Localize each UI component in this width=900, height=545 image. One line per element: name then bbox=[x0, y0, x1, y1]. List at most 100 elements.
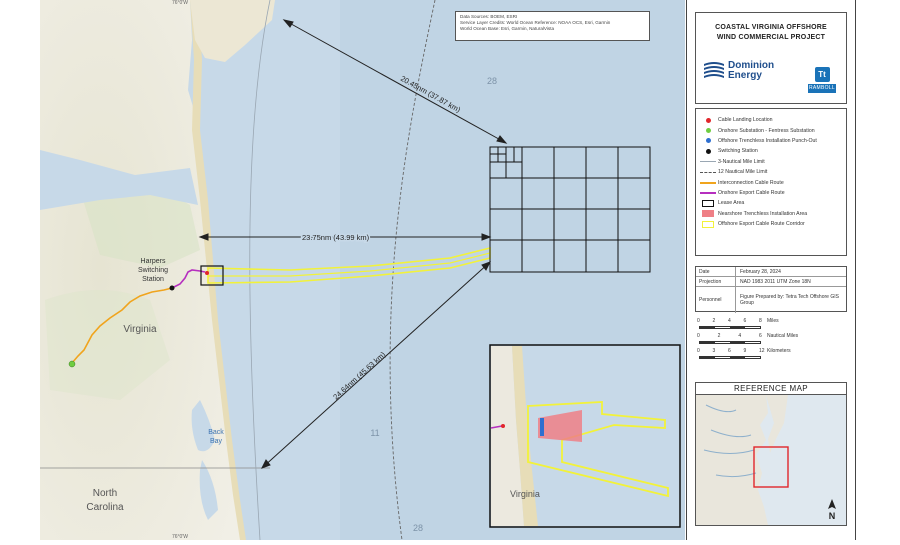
meta-key: Projection bbox=[696, 277, 736, 286]
north-carolina-label-line1: North bbox=[93, 488, 117, 499]
legend-symbol bbox=[698, 168, 718, 176]
data-source-line: World Ocean Base: Esri, Garmin, NaturalV… bbox=[460, 26, 555, 31]
legend-symbol bbox=[698, 179, 718, 187]
harpers-label-line3: Station bbox=[142, 276, 164, 283]
depth-label-11: 11 bbox=[370, 428, 379, 438]
legend-label: 3-Nautical Mile Limit bbox=[718, 158, 765, 165]
distance-label-middle: 23.75nm (43.99 km) bbox=[302, 233, 370, 242]
scale-tick-label: 0 bbox=[697, 318, 700, 324]
map-side-panel: COASTAL VIRGINIA OFFSHORE WIND COMMERCIA… bbox=[686, 0, 856, 540]
scale-tick-label: 9 bbox=[743, 348, 747, 354]
map-canvas[interactable]: 76°0'W 76°0'W 20.45nm (37.87 km) 23.75nm… bbox=[40, 0, 685, 541]
scale-tick-label: 12 bbox=[759, 348, 765, 354]
dominion-logo-text-2: Energy bbox=[728, 70, 762, 81]
legend-symbol bbox=[698, 158, 718, 166]
legend-item: Lease Area bbox=[698, 198, 846, 208]
reference-map-title: REFERENCE MAP bbox=[696, 383, 846, 395]
scale-tick-label: 8 bbox=[759, 318, 762, 324]
depth-label-28-top: 28 bbox=[487, 76, 497, 86]
meta-value: February 28, 2024 bbox=[740, 268, 781, 275]
meta-row-projection: Projection NAD 1983 2011 UTM Zone 18N bbox=[696, 277, 846, 287]
scale-tick-label: 3 bbox=[712, 348, 716, 354]
legend-label: Nearshore Trenchless Installation Area bbox=[718, 210, 808, 217]
legend-item: Interconnection Cable Route bbox=[698, 177, 846, 187]
north-carolina-label-line2: Carolina bbox=[86, 502, 124, 513]
legend-symbol bbox=[698, 147, 718, 155]
harpers-label-line2: Switching bbox=[138, 267, 168, 274]
legend-label: Switching Station bbox=[718, 148, 758, 155]
scale-tick-label: 4 bbox=[728, 318, 731, 324]
depth-label-28-bottom: 28 bbox=[413, 523, 423, 533]
legend-symbol bbox=[698, 127, 718, 135]
scale-tick-label: 0 bbox=[697, 333, 700, 339]
scale-bar: 0 2 4 6 8 Miles bbox=[697, 318, 847, 333]
graticule-label: 76°0'W bbox=[172, 0, 188, 6]
legend-symbol bbox=[698, 210, 718, 218]
scale-tick-label: 6 bbox=[759, 333, 762, 339]
meta-value: NAD 1983 2011 UTM Zone 18N bbox=[740, 278, 811, 285]
meta-key: Personnel bbox=[696, 287, 736, 313]
reference-map-canvas: N bbox=[696, 395, 846, 525]
map-frame[interactable]: 76°0'W 76°0'W 20.45nm (37.87 km) 23.75nm… bbox=[40, 0, 685, 541]
scale-unit-label: Nautical Miles bbox=[767, 333, 799, 339]
legend-item: 3-Nautical Mile Limit bbox=[698, 157, 846, 167]
dominion-logo-icon bbox=[704, 62, 724, 78]
tetra-tech-icon: Tt bbox=[814, 67, 830, 82]
legend-symbol bbox=[698, 137, 718, 145]
legend-label: Onshore Export Cable Route bbox=[718, 189, 785, 196]
inset-map[interactable]: Virginia bbox=[489, 344, 681, 528]
legend-item: 12 Nautical Mile Limit bbox=[698, 167, 846, 177]
virginia-label: Virginia bbox=[123, 324, 157, 335]
back-bay-label-line2: Bay bbox=[210, 438, 223, 445]
meta-key: Date bbox=[696, 267, 736, 276]
scale-bar: 0 3 6 9 12 Kilometers bbox=[697, 348, 847, 363]
cable-landing-marker[interactable] bbox=[205, 271, 209, 275]
legend-item: Switching Station bbox=[698, 146, 846, 156]
inset-virginia-label: Virginia bbox=[510, 489, 540, 499]
legend-label: Offshore Trenchless Installation Punch-O… bbox=[718, 137, 817, 144]
legend-symbol bbox=[698, 116, 718, 124]
legend-item: Offshore Trenchless Installation Punch-O… bbox=[698, 136, 846, 146]
metadata-table: Date February 28, 2024 Projection NAD 19… bbox=[695, 266, 847, 313]
legend-label: Interconnection Cable Route bbox=[718, 179, 784, 186]
meta-row-date: Date February 28, 2024 bbox=[696, 267, 846, 277]
scale-tick-label: 6 bbox=[728, 348, 731, 354]
tetra-ramboll-logo: Tt RAMBOLL bbox=[808, 67, 836, 93]
scale-tick-label: 4 bbox=[738, 333, 742, 339]
project-title-line2: WIND COMMERCIAL PROJECT bbox=[716, 34, 826, 41]
legend-label: Offshore Export Cable Route Corridor bbox=[718, 221, 805, 228]
legend-symbol bbox=[698, 189, 718, 197]
legend-box: Cable Landing Location Onshore Substation… bbox=[695, 108, 847, 256]
legend-label: 12 Nautical Mile Limit bbox=[718, 169, 768, 176]
legend-item: Nearshore Trenchless Installation Area bbox=[698, 209, 846, 219]
meta-row-personnel: Personnel Figure Prepared by: Tetra Tech… bbox=[696, 287, 846, 313]
legend-label: Lease Area bbox=[718, 200, 745, 207]
legend-label: Cable Landing Location bbox=[718, 117, 773, 124]
data-sources-box: Data Sources: BOEM, ESRI Service Layer C… bbox=[455, 11, 650, 41]
legend-symbol bbox=[698, 220, 718, 228]
switching-station-marker[interactable] bbox=[169, 285, 175, 291]
scale-bars: 0 2 4 6 8 Miles 0 2 4 6 Nautical Miles 0 3 6 9 12 Kilome… bbox=[697, 318, 847, 363]
legend-label: Onshore Substation - Fentress Substation bbox=[718, 127, 815, 134]
scale-unit-label: Kilometers bbox=[767, 348, 791, 354]
scale-unit-label: Miles bbox=[767, 318, 779, 324]
scale-bar: 0 2 4 6 Nautical Miles bbox=[697, 333, 847, 348]
back-bay-label-line1: Back bbox=[208, 429, 224, 436]
ramboll-logo-text: RAMBOLL bbox=[808, 84, 836, 93]
dominion-logo: Dominion Energy bbox=[702, 59, 774, 83]
scale-tick-label: 2 bbox=[712, 318, 716, 324]
legend-item: Cable Landing Location bbox=[698, 115, 846, 125]
title-block: COASTAL VIRGINIA OFFSHORE WIND COMMERCIA… bbox=[695, 12, 847, 104]
legend-symbol bbox=[698, 199, 718, 207]
scale-tick-label: 2 bbox=[717, 333, 721, 339]
reference-map[interactable]: REFERENCE MAP N bbox=[695, 382, 847, 526]
north-arrow-letter: N bbox=[829, 511, 836, 521]
scale-tick-label: 0 bbox=[697, 348, 700, 354]
legend-item: Onshore Substation - Fentress Substation bbox=[698, 125, 846, 135]
project-title-line1: COASTAL VIRGINIA OFFSHORE bbox=[715, 24, 827, 31]
meta-value: Figure Prepared by: Tetra Tech Offshore … bbox=[740, 294, 839, 306]
scale-tick-label: 6 bbox=[743, 318, 747, 324]
onshore-substation-marker[interactable] bbox=[68, 360, 76, 368]
harpers-label-line1: Harpers bbox=[141, 258, 166, 265]
legend-item: Offshore Export Cable Route Corridor bbox=[698, 219, 846, 229]
